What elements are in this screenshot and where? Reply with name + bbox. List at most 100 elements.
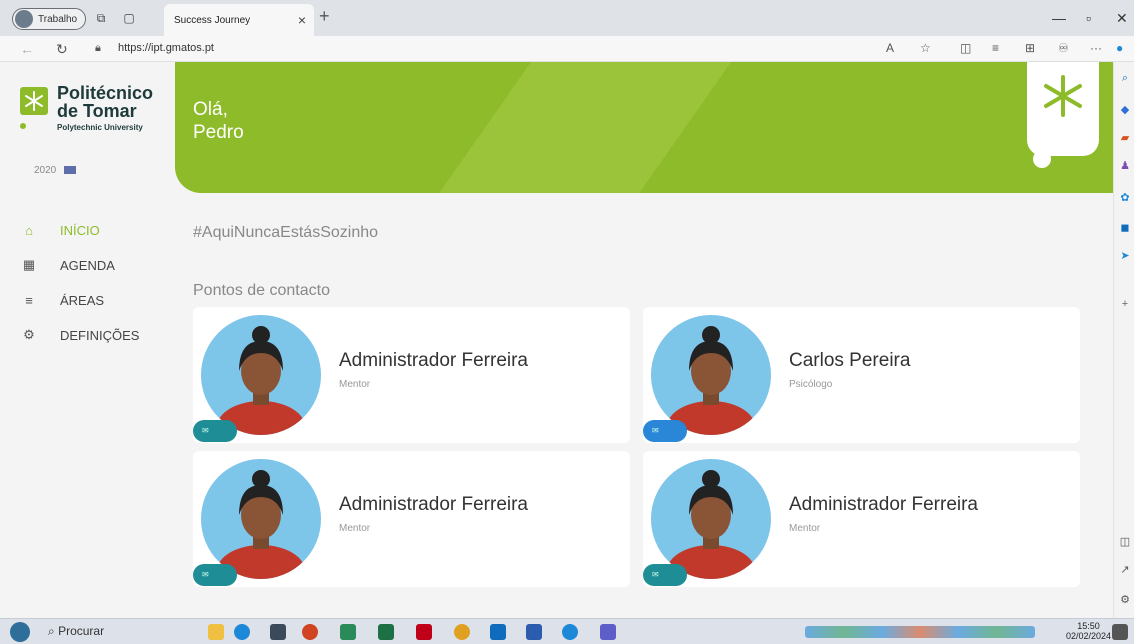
sidebar: Politécnico de Tomar Polytechnic Univers… [0, 62, 175, 618]
games-icon[interactable]: ♟ [1119, 160, 1131, 172]
greeting-line1: Olá, [193, 99, 228, 120]
word-icon[interactable] [526, 624, 542, 640]
lock-icon: 🔒︎ [95, 42, 101, 54]
tag-icon[interactable]: ◆ [1119, 104, 1131, 116]
notifications-icon[interactable] [1112, 624, 1128, 640]
netflix-icon[interactable] [416, 624, 432, 640]
logo-subtitle: Polytechnic University [57, 123, 143, 132]
taskbar-search-label: Procurar [58, 624, 105, 638]
contact-card[interactable]: Carlos Pereira Psicólogo ✉ [643, 307, 1080, 443]
avatar [201, 315, 321, 435]
sidebar-item-agenda[interactable]: ▦ AGENDA [22, 253, 172, 277]
greeting-name: Pedro [193, 122, 244, 143]
edge-icon[interactable] [234, 624, 250, 640]
split-screen-icon[interactable]: ◫ [960, 41, 971, 55]
edge-taskbar-icon[interactable] [562, 624, 578, 640]
section-title-contacts: Pontos de contacto [193, 282, 330, 299]
funding-logos: 2020 [34, 165, 77, 176]
new-tab-icon[interactable]: + [319, 6, 330, 27]
close-window-icon[interactable]: ✕ [1116, 10, 1128, 27]
system-tray-icons[interactable] [805, 626, 1035, 638]
status-chip[interactable]: ✉ [643, 420, 687, 442]
contact-card[interactable]: Administrador Ferreira Mentor ✉ [193, 451, 630, 587]
outlook-taskbar-icon[interactable] [490, 624, 506, 640]
clock-time: 15:50 [1077, 621, 1100, 631]
store-icon[interactable] [340, 624, 356, 640]
ipt-logo-icon [20, 87, 48, 115]
outlook-icon[interactable]: ◼ [1119, 222, 1131, 234]
powerpoint-icon[interactable] [302, 624, 318, 640]
settings-icon: ⚙ [23, 327, 35, 342]
send-icon[interactable]: ➤ [1119, 250, 1131, 262]
contact-card[interactable]: Administrador Ferreira Mentor ✉ [193, 307, 630, 443]
contact-card[interactable]: Administrador Ferreira Mentor ✉ [643, 451, 1080, 587]
profile-button[interactable]: Trabalho [12, 8, 87, 30]
windows-taskbar: ⌕ Procurar 15:50 02/02/2024 [0, 618, 1134, 644]
task-view-icon[interactable] [270, 624, 286, 640]
app-root: Politécnico de Tomar Polytechnic Univers… [0, 62, 1113, 618]
hashtag-text: #AquiNuncaEstásSozinho [193, 224, 379, 241]
teams-icon[interactable] [600, 624, 616, 640]
contact-name: Administrador Ferreira [339, 494, 528, 515]
more-menu-icon[interactable]: ··· [1090, 41, 1102, 55]
avatar [201, 459, 321, 579]
address-bar-row: ← ↻ 🔒︎ https://ipt.gmatos.pt A ☆ ◫ ≡ ⊞ ♾… [0, 36, 1134, 62]
restore-icon[interactable]: ▫ [1086, 10, 1091, 26]
minimize-icon[interactable]: — [1052, 10, 1066, 26]
chrome-icon[interactable] [454, 624, 470, 640]
clock-date: 02/02/2024 [1066, 631, 1112, 641]
logo-title-line2: de Tomar [57, 101, 137, 121]
settings-gear-icon[interactable]: ⚙ [1119, 594, 1131, 606]
search-icon[interactable]: ⌕ [1119, 72, 1131, 84]
external-link-icon[interactable]: ↗ [1119, 564, 1131, 576]
taskbar-search[interactable]: ⌕ Procurar [48, 624, 104, 639]
sidebar-item-inicio[interactable]: ⌂ INÍCIO [22, 218, 172, 242]
refresh-icon[interactable]: ↻ [56, 41, 68, 58]
contact-role: Mentor [789, 523, 821, 534]
back-icon[interactable]: ← [20, 41, 34, 57]
sidebar-item-label: INÍCIO [60, 222, 100, 238]
tab-title: Success Journey [174, 15, 251, 26]
logo-title-line1: Politécnico [57, 83, 154, 103]
start-button[interactable] [10, 622, 30, 642]
status-chip[interactable]: ✉ [193, 420, 237, 442]
tab-success-journey[interactable]: Success Journey × [164, 4, 314, 36]
briefcase-icon[interactable]: ▰ [1119, 132, 1131, 144]
workspaces-icon[interactable]: ⧉ [94, 11, 108, 25]
tab-actions-icon[interactable]: ▢ [122, 11, 136, 25]
ipt-badge-icon [1044, 75, 1082, 117]
sidebar-item-areas[interactable]: ≡ ÁREAS [22, 288, 172, 312]
favorites-icon[interactable]: ≡ [992, 41, 999, 55]
avatar [651, 315, 771, 435]
contact-role: Mentor [339, 523, 371, 534]
contact-name: Administrador Ferreira [339, 350, 528, 371]
copilot-icon[interactable]: ● [1116, 41, 1123, 55]
profile-label: Trabalho [38, 13, 78, 25]
contact-role: Psicólogo [789, 379, 833, 390]
status-chip[interactable]: ✉ [193, 564, 237, 586]
url-field[interactable]: https://ipt.gmatos.pt [118, 42, 214, 54]
sidebar-item-label: AGENDA [60, 257, 115, 273]
avatar [651, 459, 771, 579]
excel-icon[interactable] [378, 624, 394, 640]
banner-stripe [404, 62, 746, 193]
microsoft365-icon[interactable]: ✿ [1119, 192, 1131, 204]
collections-icon[interactable]: ⊞ [1025, 41, 1035, 55]
welcome-banner: Olá, Pedro [175, 62, 1113, 193]
clock[interactable]: 15:50 02/02/2024 [1066, 621, 1111, 641]
favorite-star-icon[interactable]: ☆ [920, 41, 931, 55]
sidebar-item-definicoes[interactable]: ⚙ DEFINIÇÕES [22, 323, 172, 347]
extensions-icon[interactable]: ♾ [1058, 41, 1069, 55]
eu-flag-icon [64, 166, 77, 175]
status-chip[interactable]: ✉ [643, 564, 687, 586]
menu-icon: ≡ [25, 292, 33, 308]
funding-year: 2020 [34, 165, 57, 176]
sidebar-toggle-icon[interactable]: ◫ [1119, 536, 1131, 548]
home-icon: ⌂ [25, 222, 33, 238]
add-icon[interactable]: + [1119, 298, 1131, 310]
calendar-icon: ▦ [22, 257, 36, 272]
read-aloud-icon[interactable]: A [886, 41, 894, 55]
file-explorer-icon[interactable] [208, 624, 224, 640]
badge-dot [1033, 150, 1051, 168]
close-tab-icon[interactable]: × [298, 12, 306, 28]
